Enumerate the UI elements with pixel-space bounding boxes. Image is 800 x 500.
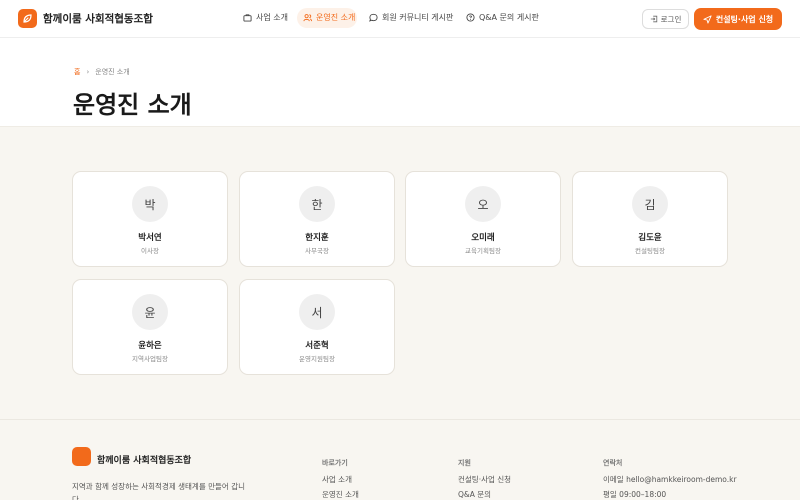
nav-label: 운영진 소개 — [316, 13, 356, 22]
staff-role: 지역사업팀장 — [132, 355, 168, 363]
footer-logo-icon — [72, 447, 91, 466]
avatar: 한 — [299, 186, 335, 222]
footer-col-title: 바로가기 — [322, 459, 348, 467]
avatar: 서 — [299, 294, 335, 330]
staff-role: 이사장 — [141, 247, 159, 255]
footer-brand: 함께이룸 사회적협동조합 — [97, 456, 192, 466]
footer-link-business[interactable]: 사업 소개 — [322, 474, 352, 485]
staff-name: 김도윤 — [638, 233, 662, 243]
question-circle-icon — [466, 13, 475, 22]
login-button[interactable]: 로그인 — [642, 9, 689, 29]
staff-role: 컨설팅팀장 — [635, 247, 665, 255]
login-icon — [650, 15, 657, 23]
footer-hours: 평일 09:00–18:00 — [603, 490, 667, 499]
users-icon — [303, 14, 312, 22]
footer-link-staff[interactable]: 운영진 소개 — [322, 489, 359, 500]
brand-logo-icon[interactable] — [18, 9, 37, 28]
chevron-right-icon: › — [86, 68, 90, 76]
staff-role: 운영지원팀장 — [299, 355, 335, 363]
nav-item-business[interactable]: 사업 소개 — [243, 12, 288, 23]
staff-role: 교육기획팀장 — [465, 247, 501, 255]
login-label: 로그인 — [660, 14, 682, 24]
page-title: 운영진 소개 — [73, 91, 192, 119]
page-hero: 홈 › 운영진 소개 운영진 소개 — [0, 39, 800, 126]
nav-label: 사업 소개 — [256, 13, 288, 22]
site-footer: 함께이룸 사회적협동조합 지역과 함께 성장하는 사회적경제 생태계를 만들어 … — [0, 419, 800, 500]
nav-item-qna[interactable]: Q&A 문의 게시판 — [466, 12, 539, 23]
staff-name: 오미래 — [471, 233, 495, 243]
staff-section: 박 박서연 이사장 한 한지훈 사무국장 오 오미래 교육기획팀장 김 김도윤 … — [0, 126, 800, 419]
nav-label: Q&A 문의 게시판 — [479, 13, 539, 22]
nav-item-staff[interactable]: 운영진 소개 — [303, 12, 355, 23]
nav-item-community[interactable]: 회원 커뮤니티 게시판 — [369, 12, 453, 23]
briefcase-icon — [243, 14, 252, 22]
chat-bubble-icon — [369, 13, 378, 22]
staff-name: 박서연 — [138, 233, 162, 243]
staff-name: 서준혁 — [305, 341, 329, 351]
nav-label: 회원 커뮤니티 게시판 — [382, 13, 454, 22]
breadcrumb-current: 운영진 소개 — [95, 68, 130, 76]
staff-card: 한 한지훈 사무국장 — [239, 171, 395, 267]
footer-email: 이메일 hello@hamkkeiroom-demo.kr — [603, 475, 737, 484]
staff-name: 한지훈 — [305, 233, 329, 243]
staff-card: 서 서준혁 운영지원팀장 — [239, 279, 395, 375]
breadcrumb: 홈 › 운영진 소개 — [74, 67, 130, 77]
staff-name: 윤하은 — [138, 341, 162, 351]
staff-role: 사무국장 — [305, 247, 329, 255]
staff-card: 박 박서연 이사장 — [72, 171, 228, 267]
staff-card: 김 김도윤 컨설팅팀장 — [572, 171, 728, 267]
brand-name[interactable]: 함께이룸 사회적협동조합 — [43, 11, 153, 26]
staff-card: 윤 윤하은 지역사업팀장 — [72, 279, 228, 375]
consulting-apply-button[interactable]: 컨설팅·사업 신청 — [694, 8, 782, 30]
avatar: 김 — [632, 186, 668, 222]
site-header: 함께이룸 사회적협동조합 사업 소개 운영진 소개 회원 커뮤니티 게시판 Q&… — [0, 0, 800, 38]
avatar: 박 — [132, 186, 168, 222]
footer-description: 지역과 함께 성장하는 사회적경제 생태계를 만들어 갑니다. — [72, 482, 246, 500]
breadcrumb-home[interactable]: 홈 — [74, 67, 80, 77]
avatar: 윤 — [132, 294, 168, 330]
staff-card: 오 오미래 교육기획팀장 — [405, 171, 561, 267]
footer-col-title: 지원 — [458, 459, 471, 467]
cta-label: 컨설팅·사업 신청 — [715, 14, 774, 24]
footer-link-apply[interactable]: 컨설팅·사업 신청 — [458, 474, 511, 485]
send-icon — [703, 14, 712, 24]
avatar: 오 — [465, 186, 501, 222]
footer-link-qna[interactable]: Q&A 문의 — [458, 489, 491, 500]
footer-col-title: 연락처 — [603, 459, 623, 467]
